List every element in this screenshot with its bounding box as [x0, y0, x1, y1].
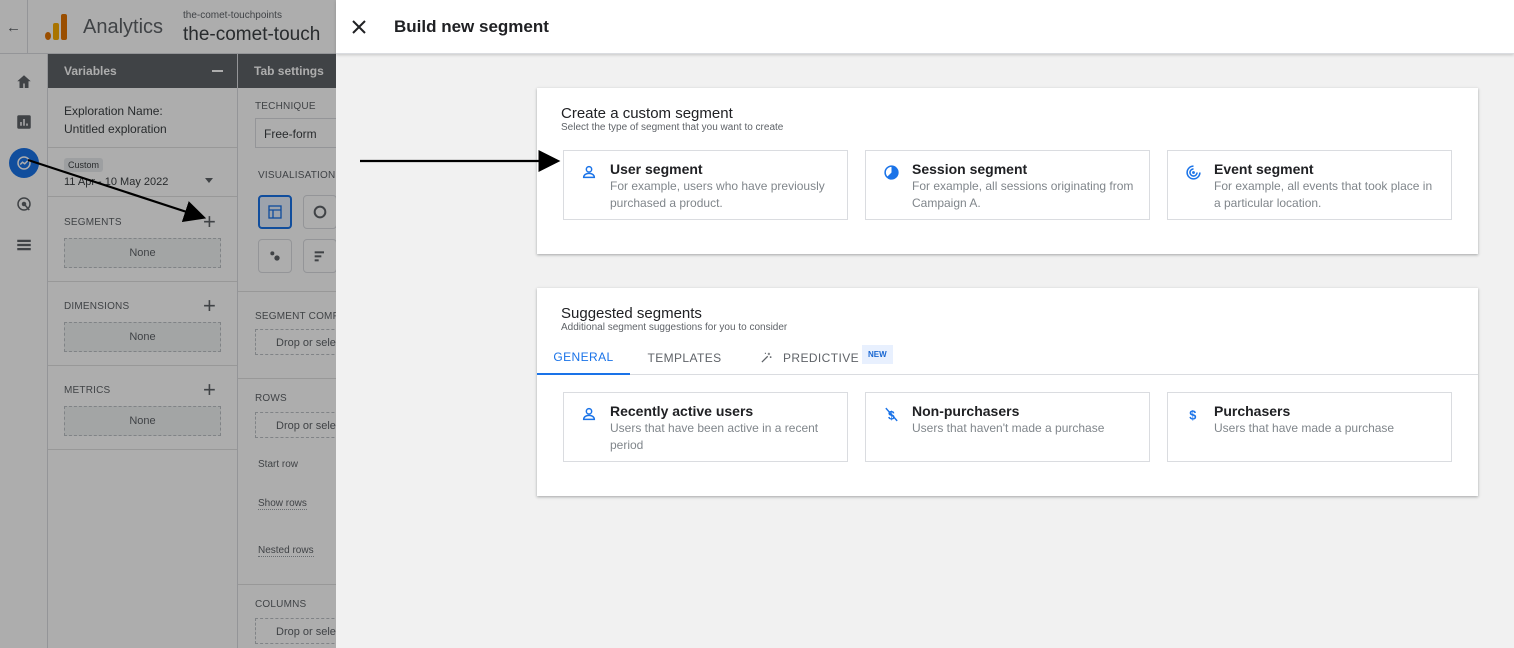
purchasers-option[interactable]: $ Purchasers Users that have made a purc… — [1167, 392, 1452, 462]
option-description: For example, users who have previously p… — [610, 179, 825, 210]
custom-segment-subtitle: Select the type of segment that you want… — [561, 122, 784, 133]
option-title: Session segment — [912, 161, 1028, 177]
option-title: User segment — [610, 161, 703, 177]
option-title: Recently active users — [610, 403, 754, 419]
dialog-header: Build new segment — [336, 0, 1514, 54]
custom-segment-title: Create a custom segment — [561, 105, 733, 122]
option-title: Non-purchasers — [912, 403, 1020, 419]
option-description: Users that have been active in a recent … — [610, 421, 819, 452]
option-description: Users that haven't made a purchase — [912, 421, 1105, 435]
tab-general[interactable]: GENERAL — [537, 340, 630, 375]
magic-wand-icon — [761, 352, 772, 363]
dollar-icon: $ — [1184, 405, 1202, 423]
no-dollar-icon: $ — [882, 405, 900, 423]
option-title: Purchasers — [1214, 403, 1291, 419]
person-icon — [580, 163, 598, 181]
recently-active-users-option[interactable]: Recently active users Users that have be… — [563, 392, 848, 462]
dialog-title: Build new segment — [394, 17, 549, 36]
svg-text:$: $ — [1189, 407, 1196, 422]
suggested-segments-title: Suggested segments — [561, 305, 702, 322]
tab-templates[interactable]: TEMPLATES — [637, 340, 732, 375]
build-segment-dialog: Build new segment Create a custom segmen… — [336, 0, 1514, 648]
close-button[interactable] — [348, 16, 370, 38]
option-description: For example, all events that took place … — [1214, 179, 1433, 210]
event-icon — [1184, 163, 1202, 181]
person-icon — [580, 405, 598, 423]
suggested-tabs: GENERAL TEMPLATES PREDICTIVE — [537, 340, 1478, 375]
tab-predictive-label: PREDICTIVE — [782, 350, 859, 365]
custom-segment-card: Create a custom segment Select the type … — [537, 88, 1478, 254]
close-icon — [352, 20, 366, 34]
option-description: Users that have made a purchase — [1214, 421, 1395, 435]
session-segment-option[interactable]: Session segment For example, all session… — [865, 150, 1150, 220]
suggested-segments-subtitle: Additional segment suggestions for you t… — [561, 322, 788, 333]
tab-predictive[interactable]: PREDICTIVE — [759, 340, 859, 375]
event-segment-option[interactable]: Event segment For example, all events th… — [1167, 150, 1452, 220]
non-purchasers-option[interactable]: $ Non-purchasers Users that haven't made… — [865, 392, 1150, 462]
session-icon — [882, 163, 900, 181]
option-description: For example, all sessions originating fr… — [912, 179, 1134, 210]
option-title: Event segment — [1214, 161, 1314, 177]
user-segment-option[interactable]: User segment For example, users who have… — [563, 150, 848, 220]
new-badge: NEW — [862, 345, 893, 364]
suggested-segments-card: Suggested segments Additional segment su… — [537, 288, 1478, 496]
